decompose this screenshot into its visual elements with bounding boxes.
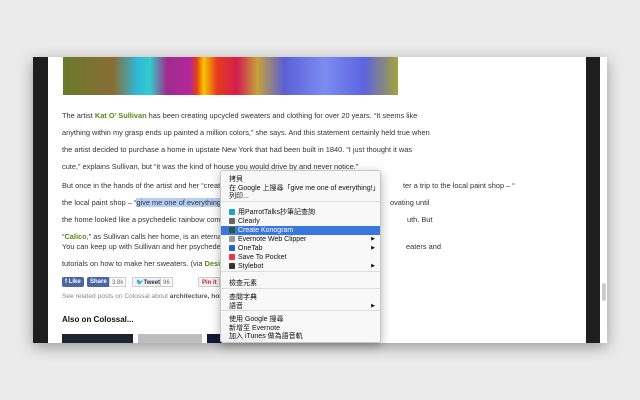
menu-separator	[221, 288, 380, 289]
onetab-icon	[229, 245, 235, 251]
pinterest-pin-button[interactable]: Pin it	[198, 277, 221, 287]
context-menu: 拷貝在 Google 上搜尋「give me one of everything…	[220, 170, 381, 343]
menu-item[interactable]: 使用 Google 搜尋	[221, 315, 380, 324]
menu-item-label: 拷貝	[229, 176, 243, 183]
menu-item-label: 檢查元素	[229, 280, 257, 287]
text: has been creating upcycled sweaters and …	[62, 111, 430, 171]
menu-separator	[221, 201, 380, 202]
evernote-icon	[229, 236, 235, 242]
menu-item[interactable]: 拷貝	[221, 175, 380, 184]
tag-links[interactable]: architecture, hom	[170, 293, 225, 300]
submenu-arrow-icon: ▶	[371, 263, 375, 269]
hero-image-rainbow-house	[63, 57, 398, 95]
menu-item-label: Save To Pocket	[238, 254, 287, 261]
facebook-share-button[interactable]: Share	[87, 277, 110, 287]
pocket-icon	[229, 254, 235, 260]
right-dark-border	[586, 57, 600, 343]
text: The artist	[62, 111, 95, 120]
menu-item[interactable]: Evernote Web Clipper ▶	[221, 235, 380, 244]
text: the home looked like a psychedelic rainb…	[62, 215, 225, 224]
menu-item-label: 用ParrotTalks抄筆記查詢	[238, 209, 316, 216]
left-dark-border	[33, 57, 48, 343]
menu-item[interactable]: 語音 ▶	[221, 302, 380, 311]
menu-item-label: 列印...	[229, 193, 249, 200]
artist-link[interactable]: Kat O’ Sullivan	[95, 111, 147, 120]
menu-item-label: Evernote Web Clipper	[238, 236, 307, 243]
menu-item[interactable]: Clearly	[221, 217, 380, 226]
submenu-arrow-icon: ▶	[371, 236, 375, 242]
konogram-icon	[229, 227, 235, 233]
text: But once in the hands of the artist and …	[62, 181, 221, 190]
menu-item-label: Clearly	[238, 218, 260, 225]
menu-item-label: Stylebot	[238, 263, 264, 270]
tweet-count: 96	[160, 277, 173, 287]
menu-separator	[221, 271, 380, 272]
menu-item-label: Create Konogram	[238, 227, 294, 234]
menu-item-label: 使用 Google 搜尋	[229, 316, 284, 323]
facebook-like-button[interactable]: f Like	[62, 277, 84, 287]
menu-item-label: 加入 iTunes 做為語音軌	[229, 333, 303, 340]
thumbnail[interactable]	[138, 334, 202, 343]
scrollbar-thumb[interactable]	[602, 283, 606, 301]
menu-item-label: OneTab	[238, 245, 263, 252]
text: tutorials on how to make her sweaters. (…	[62, 259, 205, 268]
also-on-heading: Also on Colossal...	[62, 315, 134, 324]
menu-item[interactable]: Save To Pocket	[221, 253, 380, 262]
clearly-icon	[229, 218, 235, 224]
paragraph-1: The artist Kat O’ Sullivan has been crea…	[62, 107, 432, 175]
text: You can keep up with Sullivan and her ps…	[62, 242, 228, 251]
menu-item-label: 在 Google 上搜尋「give me one of everything!」	[229, 185, 380, 192]
menu-item-label: 新增至 Evernote	[229, 325, 280, 332]
submenu-arrow-icon: ▶	[371, 245, 375, 251]
menu-item-label: 語音	[229, 303, 243, 310]
menu-item[interactable]: Stylebot ▶	[221, 262, 380, 271]
text: ovating until	[390, 198, 430, 207]
text: eaters and	[406, 242, 441, 251]
menu-item[interactable]: 用ParrotTalks抄筆記查詢	[221, 208, 380, 217]
text: uth. But	[407, 215, 433, 224]
menu-item[interactable]: Create Konogram	[221, 226, 380, 235]
stylebot-icon	[229, 263, 235, 269]
menu-item[interactable]: 列印...	[221, 192, 380, 201]
share-count: 3.8k	[109, 277, 127, 287]
parrottalks-icon	[229, 209, 235, 215]
thumbnail[interactable]	[62, 334, 133, 343]
selected-text[interactable]: give me one of everything!	[136, 198, 224, 207]
menu-item[interactable]: OneTab ▶	[221, 244, 380, 253]
menu-item[interactable]: 檢查元素	[221, 279, 380, 288]
menu-item-label: 查閱字典	[229, 294, 257, 301]
menu-item[interactable]: 加入 iTunes 做為語音軌	[221, 332, 380, 341]
submenu-arrow-icon: ▶	[371, 303, 375, 309]
related-posts: See related posts on Colossal about arch…	[62, 293, 226, 300]
text: ter a trip to the local paint shop – “	[403, 181, 515, 190]
menu-item[interactable]: 查閱字典	[221, 293, 380, 302]
